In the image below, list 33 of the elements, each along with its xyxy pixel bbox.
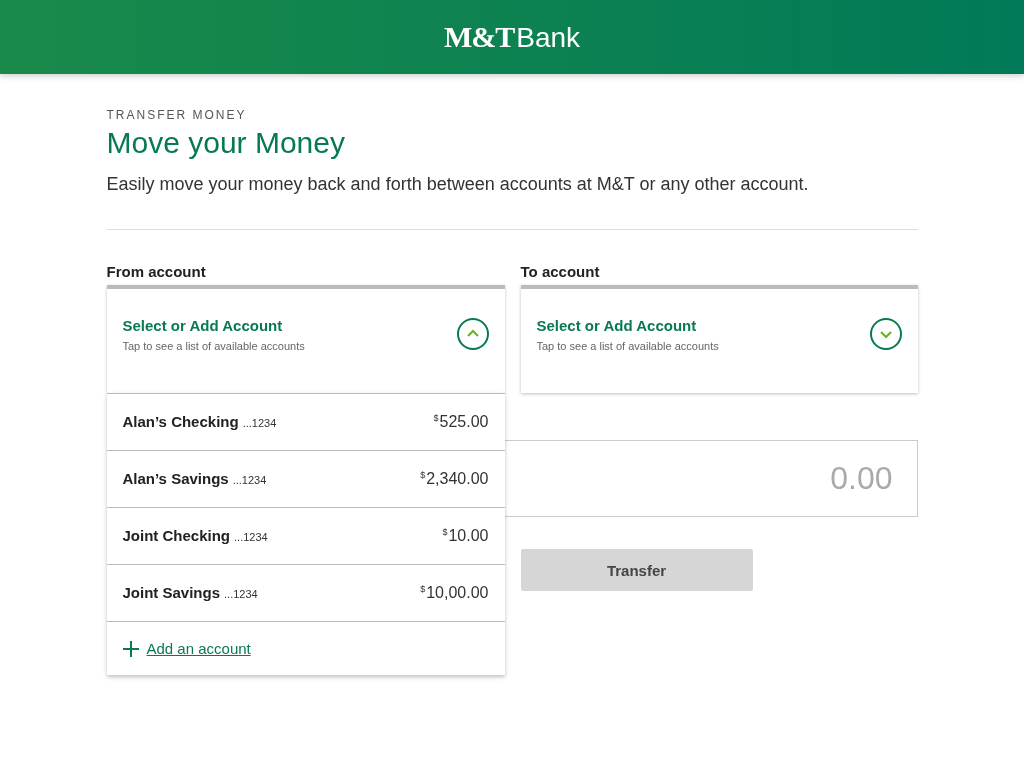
account-name: Joint Savings	[122, 584, 221, 601]
account-number: ...1234	[234, 531, 268, 543]
add-account-link[interactable]: Add an account	[146, 640, 251, 657]
logo-mark: M&T	[443, 20, 515, 54]
chevron-down-icon[interactable]	[869, 318, 902, 350]
selector-title: Select or Add Account	[122, 316, 284, 334]
account-balance: $^{$}$10,00.00	[420, 583, 489, 603]
account-name: Alan’s Checking	[122, 413, 239, 430]
account-selector[interactable]: Select or Add Account Tap to see a list of available accounts	[520, 285, 918, 393]
plus-icon[interactable]	[122, 640, 139, 657]
account-balance: $^{$}$525.00	[433, 412, 489, 432]
section-eyebrow: TRANSFER MONEY	[106, 108, 248, 122]
account-option[interactable]: Joint Savings ...1234 $^{$}$10,00.00	[106, 564, 505, 621]
account-selector[interactable]: Select or Add Account Tap to see a list of available accounts	[106, 285, 505, 393]
chevron-up-icon[interactable]	[456, 318, 489, 350]
account-balance: $^{$}$2,340.00	[420, 469, 489, 489]
account-number: ...1234	[232, 474, 267, 486]
field-label: To account	[520, 263, 601, 280]
account-name: Joint Checking	[122, 527, 230, 544]
selector-title: Select or Add Account	[536, 316, 698, 334]
selector-hint: Tap to see a list of available accounts	[536, 339, 720, 352]
account-number: ...1234	[242, 417, 277, 429]
selector-hint: Tap to see a list of available accounts	[122, 339, 306, 352]
intro-text: Easily move your money back and forth between accounts at M&T or any other account.	[106, 174, 810, 195]
field-label: From account	[106, 263, 207, 280]
account-option[interactable]: Joint Checking ...1234 $^{$}$10.00	[106, 507, 505, 564]
logo-word: Bank	[516, 22, 581, 54]
account-option[interactable]: Alan’s Checking ...1234 $^{$}$525.00	[106, 393, 505, 450]
account-option[interactable]: Alan’s Savings ...1234 $^{$}$2,340.00	[106, 450, 505, 507]
page-title: Move your Money	[106, 126, 346, 160]
account-number: ...1234	[224, 588, 258, 600]
account-balance: $^{$}$10.00	[442, 526, 489, 546]
account-name: Alan’s Savings	[122, 470, 229, 487]
